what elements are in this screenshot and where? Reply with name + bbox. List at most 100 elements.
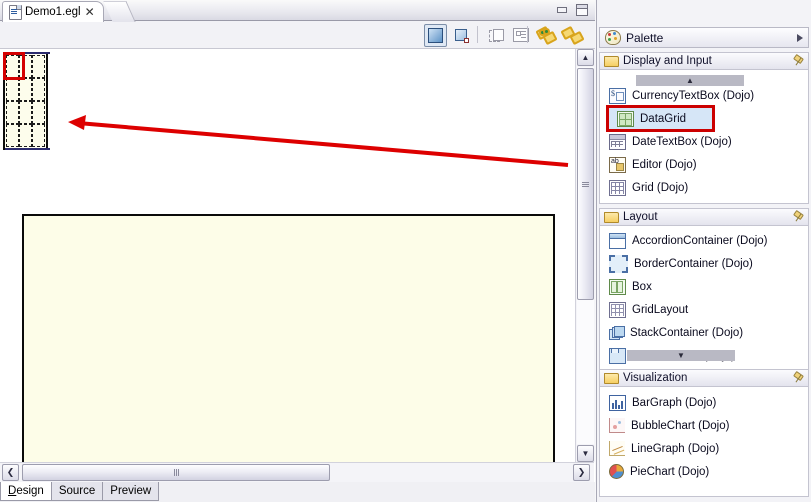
folder-icon (604, 55, 619, 67)
minimize-icon[interactable] (554, 3, 569, 16)
tab-design[interactable]: Design (0, 482, 52, 501)
canvas-vertical-scrollbar[interactable]: ▲ ▼ (575, 49, 595, 462)
drawer-header-visualization[interactable]: Visualization (599, 369, 809, 387)
palette-scroll-down-indicator[interactable]: ▼ (627, 350, 735, 361)
grid-row (6, 124, 45, 147)
editor-tabstrip: Demo1.egl ✕ (0, 0, 595, 22)
drawer-body-layout: AccordionContainer (Dojo) BorderContaine… (599, 226, 809, 371)
palette-item-datetextbox[interactable]: DateTextBox (Dojo) (600, 130, 808, 153)
palette-item-gridlayout[interactable]: GridLayout (600, 298, 808, 321)
grid-cell[interactable] (32, 55, 45, 78)
tab-design-rest: esign (16, 485, 44, 497)
scroll-down-button[interactable]: ▼ (577, 445, 594, 462)
tab-preview[interactable]: Preview (102, 482, 160, 501)
hide-links-button[interactable] (560, 24, 585, 46)
toolbar-separator (477, 26, 478, 43)
grid-cell[interactable] (32, 78, 45, 101)
grid-cell[interactable] (19, 124, 32, 147)
drawer-label: Layout (623, 211, 658, 223)
chevron-right-icon[interactable] (797, 33, 803, 42)
scroll-up-button[interactable]: ▲ (577, 49, 594, 66)
pin-icon[interactable] (793, 53, 804, 67)
grid-cell[interactable] (32, 124, 45, 147)
palette-drawer-visualization: Visualization BarGraph (Dojo) BubbleChar… (599, 369, 809, 497)
design-panel[interactable] (22, 214, 555, 462)
vscroll-grip-icon (582, 181, 589, 187)
editor-tab-demo1[interactable]: Demo1.egl ✕ (2, 1, 104, 22)
design-canvas[interactable] (0, 49, 578, 462)
palette-item-stackcontainer[interactable]: StackContainer (Dojo) (600, 321, 808, 344)
palette-drawer-display-and-input: Display and Input ▲ CurrencyTextBox (Doj… (599, 52, 809, 204)
pin-icon[interactable] (793, 209, 804, 223)
editor-tab-label: Demo1.egl (25, 6, 81, 18)
maximize-icon[interactable] (574, 3, 589, 16)
grid-cell[interactable] (19, 78, 32, 101)
palette-item-box[interactable]: Box (600, 275, 808, 298)
drawer-label: Visualization (623, 372, 688, 384)
palette-item-grid[interactable]: Grid (Dojo) (600, 176, 808, 199)
eclipse-egl-designer-window: Demo1.egl ✕ ▲ ▼ ❮ ❯ D esign S ource P re… (0, 0, 811, 502)
close-icon[interactable]: ✕ (85, 6, 95, 18)
grid-cell[interactable] (6, 101, 19, 124)
palette-item-accordioncontainer[interactable]: AccordionContainer (Dojo) (600, 229, 808, 252)
palette-item-label: BorderContainer (Dojo) (634, 257, 753, 270)
palette-item-label: Editor (Dojo) (632, 158, 697, 171)
drawer-header-layout[interactable]: Layout (599, 208, 809, 226)
box-icon (609, 278, 626, 295)
grid-row (6, 101, 45, 124)
hscroll-grip-icon (173, 469, 179, 476)
vscroll-thumb[interactable] (577, 68, 594, 300)
grid-widget[interactable] (3, 52, 50, 150)
fill-selection-button[interactable] (451, 25, 472, 46)
palette-item-label: DataGrid (640, 112, 687, 125)
fill-page-button[interactable] (424, 24, 447, 47)
tab-preview-rest: review (117, 485, 152, 497)
pin-icon[interactable] (793, 370, 804, 384)
palette-item-bargraph[interactable]: BarGraph (Dojo) (600, 391, 808, 414)
palette-item-horizontalslider[interactable]: HorizontalSlider (Dojo) ▼ (600, 199, 808, 203)
palette-item-bordercontainer[interactable]: BorderContainer (Dojo) (600, 252, 808, 275)
palette-scroll-up-indicator[interactable]: ▲ (636, 75, 744, 86)
grid-cell[interactable] (6, 78, 19, 101)
broken-links-icon (560, 25, 585, 46)
editor-icon (609, 156, 626, 173)
datetextbox-icon (609, 133, 626, 150)
tab-source[interactable]: Source (50, 482, 104, 501)
palette-title: Palette (626, 30, 664, 45)
show-links-button[interactable] (535, 24, 558, 46)
palette-item-datagrid[interactable]: DataGrid (606, 105, 715, 132)
canvas-horizontal-scrollbar[interactable]: ❮ ❯ (0, 462, 594, 482)
palette-item-linegraph[interactable]: LineGraph (Dojo) (600, 437, 808, 460)
hscroll-thumb[interactable] (22, 464, 330, 481)
palette-item-editor[interactable]: Editor (Dojo) (600, 153, 808, 176)
grid-cell[interactable] (6, 124, 19, 147)
tab-preview-accel: P (110, 485, 118, 497)
toolbar-group-fill (424, 24, 472, 47)
grid-cell[interactable] (19, 101, 32, 124)
grid-icon (609, 179, 626, 196)
scroll-left-button[interactable]: ❮ (2, 464, 19, 481)
palette-item-piechart[interactable]: PieChart (Dojo) (600, 460, 808, 483)
chevron-down-icon: ▼ (677, 350, 685, 360)
stackcontainer-icon (609, 325, 625, 340)
palette-item-label: AccordionContainer (Dojo) (632, 234, 768, 247)
toolbar-separator (527, 26, 528, 43)
preview-page-button[interactable] (485, 24, 506, 45)
chevron-up-icon: ▲ (686, 75, 694, 85)
drawer-header-display-and-input[interactable]: Display and Input (599, 52, 809, 70)
scroll-right-button[interactable]: ❯ (573, 464, 590, 481)
grid-cell-selected-annotation (3, 52, 25, 80)
grid-row (6, 78, 45, 101)
tab-design-accel: D (8, 485, 17, 497)
palette-item-currencytextbox[interactable]: CurrencyTextBox (Dojo) (600, 84, 808, 107)
currency-textbox-icon (609, 87, 626, 104)
drawer-body-display-and-input: ▲ CurrencyTextBox (Dojo) DataGrid DateTe… (599, 70, 809, 204)
palette-item-label: Grid (Dojo) (632, 181, 689, 194)
folder-icon (604, 211, 619, 223)
palette-item-label: BarGraph (Dojo) (632, 396, 717, 409)
grid-cell[interactable] (32, 101, 45, 124)
palette-item-tabcontainer[interactable]: TabContainer (Dojo) ▼ (600, 344, 808, 367)
drawer-label: Display and Input (623, 55, 712, 67)
bordercontainer-icon (609, 254, 628, 273)
palette-item-bubblechart[interactable]: BubbleChart (Dojo) (600, 414, 808, 437)
